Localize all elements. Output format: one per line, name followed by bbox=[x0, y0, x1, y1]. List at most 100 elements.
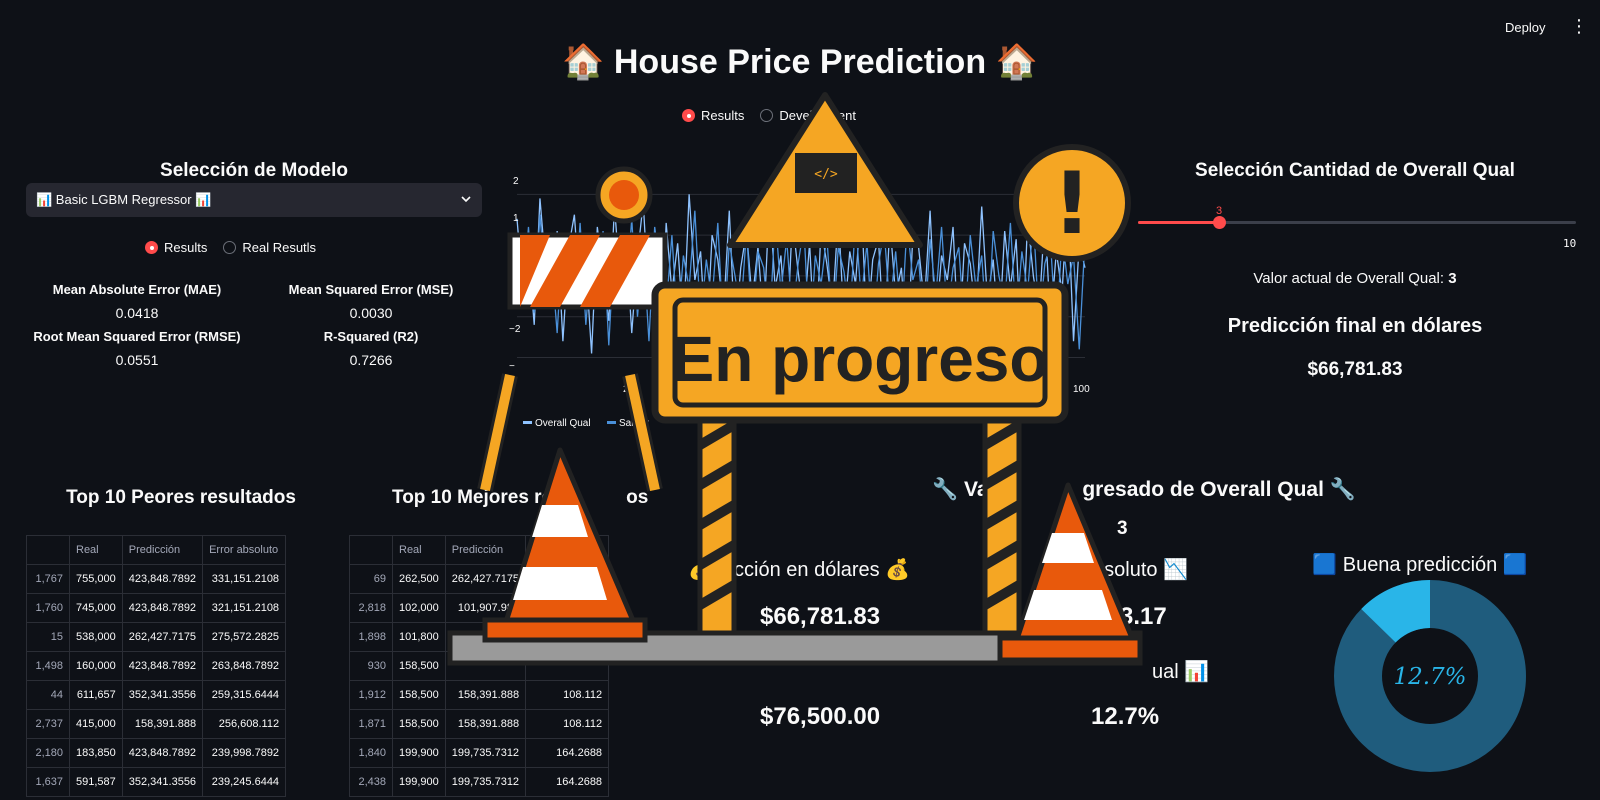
best-table-row-index: 1,912 bbox=[349, 680, 393, 710]
qual-slider-thumb[interactable] bbox=[1213, 216, 1226, 229]
qual-slider-value: 3 bbox=[1216, 205, 1223, 217]
best-table-cell: 199,900 bbox=[392, 738, 446, 768]
donut-heading: 🟦 Buena predicción 🟦 bbox=[1312, 554, 1528, 576]
best-table-row[interactable]: 1,840 199,900 199,735.7312 164.2688 bbox=[349, 738, 610, 768]
worst-table-cell: 423,848.7892 bbox=[121, 738, 204, 768]
egress-pct-value: 12.7% bbox=[1091, 703, 1160, 730]
donut-center-label: 12.7% bbox=[1393, 664, 1466, 690]
worst-table-row[interactable]: 1,637 591,587 352,341.3556 239,245.6444 bbox=[26, 767, 287, 797]
worst-table-row-index: 1,767 bbox=[26, 564, 70, 594]
model-select[interactable]: 📊 Basic LGBM Regressor 📊 bbox=[26, 183, 482, 217]
under-construction-overlay: </> ! En progreso bbox=[447, 92, 1143, 666]
worst-table-cell: 262,427.7175 bbox=[121, 622, 204, 652]
warning-triangle-icon: </> bbox=[727, 92, 923, 248]
worst-table-row[interactable]: 44 611,657 352,341.3556 259,315.6444 bbox=[26, 680, 287, 710]
worst-table-cell: 158,391.888 bbox=[121, 709, 204, 739]
qual-current-value: 3 bbox=[1448, 270, 1457, 287]
worst-table-header-row: Real Predicción Error absoluto bbox=[26, 535, 287, 565]
worst-table-row-index: 2,737 bbox=[26, 709, 70, 739]
worst-table-cell: 263,848.7892 bbox=[202, 651, 287, 681]
good-prediction-donut-chart: 12.7% bbox=[1334, 580, 1526, 772]
worst-table-cell: 423,848.7892 bbox=[121, 593, 204, 623]
worst-table-cell: 745,000 bbox=[69, 593, 123, 623]
best-table-row-index: 2,818 bbox=[349, 593, 393, 623]
code-icon-label: </> bbox=[814, 167, 838, 182]
metric-mae-label: Mean Absolute Error (MAE) bbox=[52, 282, 222, 297]
worst-table-cell: 611,657 bbox=[69, 680, 123, 710]
result-radio-real[interactable] bbox=[223, 241, 237, 254]
best-table-row-index: 69 bbox=[349, 564, 393, 594]
worst-table-cell: 259,315.6444 bbox=[202, 680, 287, 710]
model-select-value: 📊 Basic LGBM Regressor 📊 bbox=[36, 192, 212, 207]
egress-real-value: $76,500.00 bbox=[760, 703, 881, 730]
best-table-cell: 108.112 bbox=[525, 709, 610, 739]
metric-mae-value: 0.0418 bbox=[115, 305, 159, 321]
worst-table-row[interactable]: 1,760 745,000 423,848.7892 321,151.2108 bbox=[26, 593, 287, 623]
worst-table-cell: 160,000 bbox=[69, 651, 123, 681]
worst-table-row[interactable]: 2,180 183,850 423,848.7892 239,998.7892 bbox=[26, 738, 287, 768]
worst-table-cell: 352,341.3556 bbox=[121, 680, 204, 710]
worst-table-row[interactable]: 1,498 160,000 423,848.7892 263,848.7892 bbox=[26, 651, 287, 681]
main-menu-icon[interactable]: ⋮ bbox=[1570, 17, 1588, 35]
worst-table-cell: 415,000 bbox=[69, 709, 123, 739]
best-table-cell: 164.2688 bbox=[525, 738, 610, 768]
best-table-row-index: 1,840 bbox=[349, 738, 393, 768]
worst-table-cell: 183,850 bbox=[69, 738, 123, 768]
worst-table-cell: 239,245.6444 bbox=[202, 767, 287, 797]
worst-table-cell: 352,341.3556 bbox=[121, 767, 204, 797]
in-progress-sign: En progreso bbox=[651, 281, 1069, 424]
worst-table-cell: 239,998.7892 bbox=[202, 738, 287, 768]
worst-table-row-index: 15 bbox=[26, 622, 70, 652]
worst-table-row[interactable]: 2,737 415,000 158,391.888 256,608.112 bbox=[26, 709, 287, 739]
best-table-cell: 199,735.7312 bbox=[444, 767, 527, 797]
worst-table-row[interactable]: 15 538,000 262,427.7175 275,572.2825 bbox=[26, 622, 287, 652]
best-table-row-index: 1,898 bbox=[349, 622, 393, 652]
in-progress-text: En progreso bbox=[672, 323, 1049, 395]
best-table-row-index: 930 bbox=[349, 651, 393, 681]
qual-slider-max: 10 bbox=[1563, 237, 1577, 250]
worst-table-cell: 591,587 bbox=[69, 767, 123, 797]
worst-table-cell: 275,572.2825 bbox=[202, 622, 287, 652]
best-table-cell: 199,735.7312 bbox=[444, 738, 527, 768]
result-radio-results[interactable] bbox=[145, 241, 158, 254]
worst-table-cell: 423,848.7892 bbox=[121, 564, 204, 594]
result-radio-group: Results Real Resutls bbox=[145, 240, 316, 255]
worst-table-row-index: 1,498 bbox=[26, 651, 70, 681]
worst-table-cell: 331,151.2108 bbox=[202, 564, 287, 594]
worst-table-cell: 256,608.112 bbox=[202, 709, 287, 739]
final-prediction-heading: Predicción final en dólares bbox=[1227, 315, 1483, 337]
best-table-cell: 158,391.888 bbox=[444, 709, 527, 739]
qual-current: Valor actual de Overall Qual: 3 bbox=[1130, 270, 1580, 287]
worst-results-table[interactable]: Real Predicción Error absoluto 1,767 755,000… bbox=[26, 535, 287, 797]
best-table-row[interactable]: 1,871 158,500 158,391.888 108.112 bbox=[349, 709, 610, 739]
best-table-cell: 158,500 bbox=[392, 709, 446, 739]
final-prediction-value: $66,781.83 bbox=[1307, 359, 1403, 380]
worst-table-column-header[interactable] bbox=[26, 535, 70, 565]
metric-rmse-label: Root Mean Squared Error (RMSE) bbox=[33, 329, 241, 344]
worst-table-column-header[interactable]: Error absoluto bbox=[202, 535, 287, 565]
deploy-button[interactable]: Deploy bbox=[1505, 20, 1545, 35]
worst-table-column-header[interactable]: Predicción bbox=[121, 535, 204, 565]
page-title: 🏠 House Price Prediction 🏠 bbox=[562, 43, 1038, 81]
worst-table-cell: 755,000 bbox=[69, 564, 123, 594]
model-heading: Selección de Modelo bbox=[160, 160, 348, 181]
worst-table-row-index: 1,637 bbox=[26, 767, 70, 797]
best-table-column-header[interactable] bbox=[349, 535, 393, 565]
worst-table-row-index: 44 bbox=[26, 680, 70, 710]
best-table-row-index: 1,871 bbox=[349, 709, 393, 739]
traffic-cone-left-icon bbox=[482, 447, 648, 643]
worst-table-cell: 538,000 bbox=[69, 622, 123, 652]
worst-table-heading: Top 10 Peores resultados bbox=[66, 487, 296, 508]
result-radio-real-label: Real Resutls bbox=[242, 240, 317, 255]
best-table-row[interactable]: 2,438 199,900 199,735.7312 164.2688 bbox=[349, 767, 610, 797]
worst-table-row[interactable]: 1,767 755,000 423,848.7892 331,151.2108 bbox=[26, 564, 287, 594]
warning-circle-icon: ! bbox=[1013, 144, 1131, 262]
best-table-cell: 199,900 bbox=[392, 767, 446, 797]
best-table-cell: 164.2688 bbox=[525, 767, 610, 797]
result-radio-results-label: Results bbox=[164, 240, 208, 255]
qual-current-label: Valor actual de Overall Qual: bbox=[1253, 270, 1449, 287]
worst-table-cell: 423,848.7892 bbox=[121, 651, 204, 681]
worst-table-column-header[interactable]: Real bbox=[69, 535, 123, 565]
worst-table-row-index: 1,760 bbox=[26, 593, 70, 623]
exclamation-label: ! bbox=[1052, 154, 1091, 254]
